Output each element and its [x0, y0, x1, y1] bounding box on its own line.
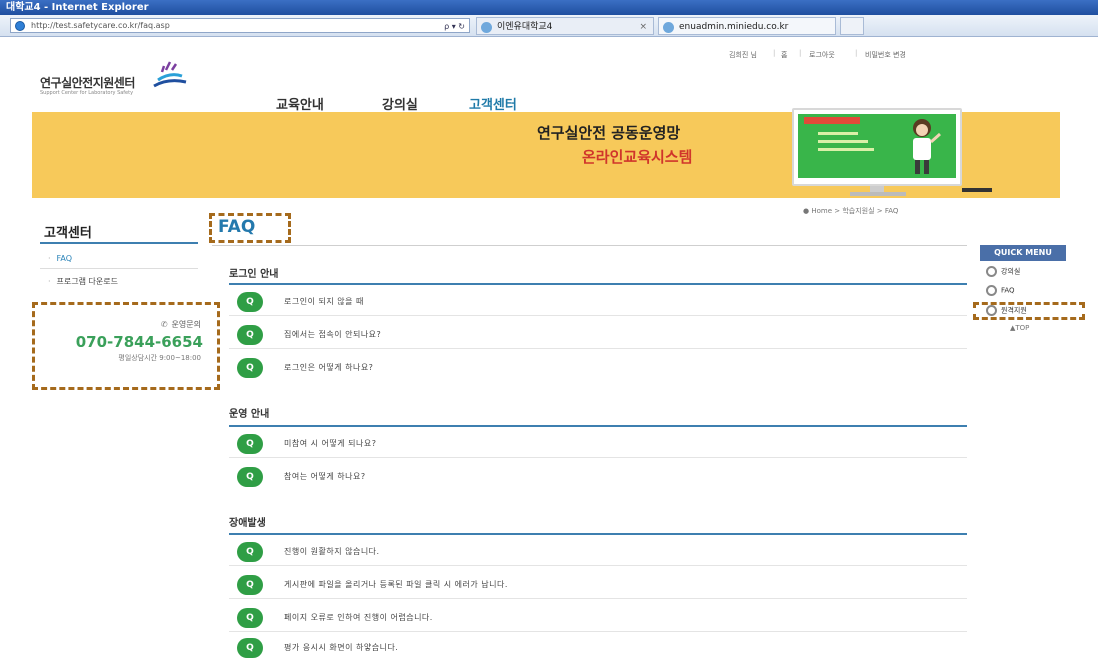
remote-support-highlight: [973, 302, 1085, 320]
tab-second-label: enuadmin.miniedu.co.kr: [679, 22, 789, 32]
q-badge-icon: Q: [237, 467, 263, 487]
contact-phone: 070-7844-6654: [75, 333, 203, 351]
faq-question: 평가 응시시 화면이 하얗습니다.: [284, 643, 399, 652]
tab-active[interactable]: 이엔유대학교4 ×: [476, 17, 654, 35]
site-logo[interactable]: 연구실안전지원센터 Support Center for Laboratory …: [40, 60, 190, 96]
q-badge-icon: Q: [237, 292, 263, 312]
address-controls[interactable]: ρ ▾ ↻: [444, 20, 465, 33]
contact-hours: 평일상담시간 9:00~18:00: [118, 354, 201, 362]
hero-banner: 연구실안전 공동운영망 온라인교육시스템: [32, 108, 1060, 198]
faq-question: 집에서는 접속이 안되나요?: [284, 330, 382, 339]
nav-education[interactable]: 교육안내: [276, 94, 324, 113]
phone-icon: ✆: [160, 320, 168, 329]
util-divider: |: [773, 49, 776, 57]
logo-text: 연구실안전지원센터: [40, 76, 135, 90]
faq-item[interactable]: Q 페이지 오류로 인하여 진행이 어렵습니다.: [229, 604, 967, 632]
q-badge-icon: Q: [237, 575, 263, 595]
banner-title-line2: 온라인교육시스템: [582, 148, 693, 166]
faq-item[interactable]: Q 미참여 시 어떻게 되나요?: [229, 430, 967, 458]
logo-mark-icon: [153, 61, 187, 88]
util-password-link[interactable]: 비밀번호 변경: [865, 50, 906, 60]
bullet-icon: ·: [48, 254, 51, 263]
quick-item-classroom[interactable]: 강의실: [986, 266, 1020, 277]
address-bar[interactable]: http://test.safetycare.co.kr/faq.asp ρ ▾…: [10, 18, 470, 33]
section-title-failure: 장애발생: [229, 518, 266, 529]
quick-menu-title: QUICK MENU: [980, 245, 1066, 261]
q-badge-icon: Q: [237, 325, 263, 345]
contact-label: ✆ 운영문의: [160, 320, 201, 329]
q-badge-icon: Q: [237, 434, 263, 454]
q-badge-icon: Q: [237, 608, 263, 628]
sidebar-item-download[interactable]: · 프로그램 다운로드: [48, 276, 118, 287]
faq-question: 페이지 오류로 인하여 진행이 어렵습니다.: [284, 613, 433, 622]
tab-close-icon[interactable]: ×: [639, 18, 647, 36]
faq-icon: [986, 285, 997, 296]
chair-illustration-icon: [962, 170, 992, 192]
ie-icon: [15, 21, 25, 31]
banner-monitor-illustration: [792, 108, 962, 186]
util-divider: |: [799, 49, 802, 57]
section-title-operation: 운영 안내: [229, 409, 270, 420]
classroom-icon: [986, 266, 997, 277]
quick-item-faq[interactable]: FAQ: [986, 285, 1015, 296]
faq-item[interactable]: Q 참여는 어떻게 하나요?: [229, 463, 967, 491]
contact-box: ✆ 운영문의 070-7844-6654 평일상담시간 9:00~18:00: [32, 302, 220, 390]
address-toolbar: http://test.safetycare.co.kr/faq.asp ρ ▾…: [0, 15, 1098, 37]
faq-item[interactable]: Q 게시판에 파일을 올리거나 등록된 파일 클릭 시 에러가 납니다.: [229, 571, 967, 599]
tab-active-label: 이엔유대학교4: [497, 22, 553, 32]
q-badge-icon: Q: [237, 542, 263, 562]
tab-second[interactable]: enuadmin.miniedu.co.kr: [658, 17, 836, 35]
bullet-icon: ·: [48, 277, 51, 286]
tab-favicon-icon: [663, 22, 674, 33]
banner-title-line1: 연구실안전 공동운영망: [537, 124, 681, 142]
util-divider: |: [855, 49, 858, 57]
q-badge-icon: Q: [237, 358, 263, 378]
window-title: 대학교4 - Internet Explorer: [0, 0, 1098, 15]
to-top-link[interactable]: ▲TOP: [1010, 324, 1029, 332]
section-title-login: 로그인 안내: [229, 269, 279, 280]
nav-customer-center[interactable]: 고객센터: [469, 94, 517, 113]
sidebar-item-faq[interactable]: · FAQ: [48, 254, 72, 263]
faq-item[interactable]: Q 로그인이 되지 않을 때: [229, 288, 967, 316]
tab-favicon-icon: [481, 22, 492, 33]
util-logout-link[interactable]: 로그아웃: [809, 50, 835, 60]
faq-item[interactable]: Q 평가 응시시 화면이 하얗습니다.: [229, 634, 967, 662]
faq-question: 참여는 어떻게 하나요?: [284, 472, 366, 481]
page-title: FAQ: [218, 217, 256, 237]
faq-question: 로그인은 어떻게 하나요?: [284, 363, 374, 372]
sidebar-title: 고객센터: [44, 226, 92, 241]
sidebar-item-label: FAQ: [56, 254, 73, 263]
faq-question: 게시판에 파일을 올리거나 등록된 파일 클릭 시 에러가 납니다.: [284, 580, 508, 589]
faq-item[interactable]: Q 집에서는 접속이 안되나요?: [229, 321, 967, 349]
logo-subtitle: Support Center for Laboratory Safety: [40, 90, 134, 96]
address-url: http://test.safetycare.co.kr/faq.asp: [31, 21, 170, 30]
faq-item[interactable]: Q 진행이 원활하지 않습니다.: [229, 538, 967, 566]
breadcrumb: ● Home > 학습지원실 > FAQ: [803, 207, 899, 215]
sidebar-item-label: 프로그램 다운로드: [56, 277, 118, 286]
teacher-illustration-icon: [913, 119, 941, 174]
util-user: 김희진 님: [729, 51, 757, 59]
faq-item[interactable]: Q 로그인은 어떻게 하나요?: [229, 354, 967, 382]
nav-classroom[interactable]: 강의실: [382, 94, 418, 113]
util-home-link[interactable]: 홈: [781, 50, 787, 60]
faq-question: 미참여 시 어떻게 되나요?: [284, 439, 377, 448]
faq-question: 로그인이 되지 않을 때: [284, 297, 364, 306]
q-badge-icon: Q: [237, 638, 263, 658]
faq-question: 진행이 원활하지 않습니다.: [284, 547, 380, 556]
new-tab-button[interactable]: [840, 17, 864, 35]
